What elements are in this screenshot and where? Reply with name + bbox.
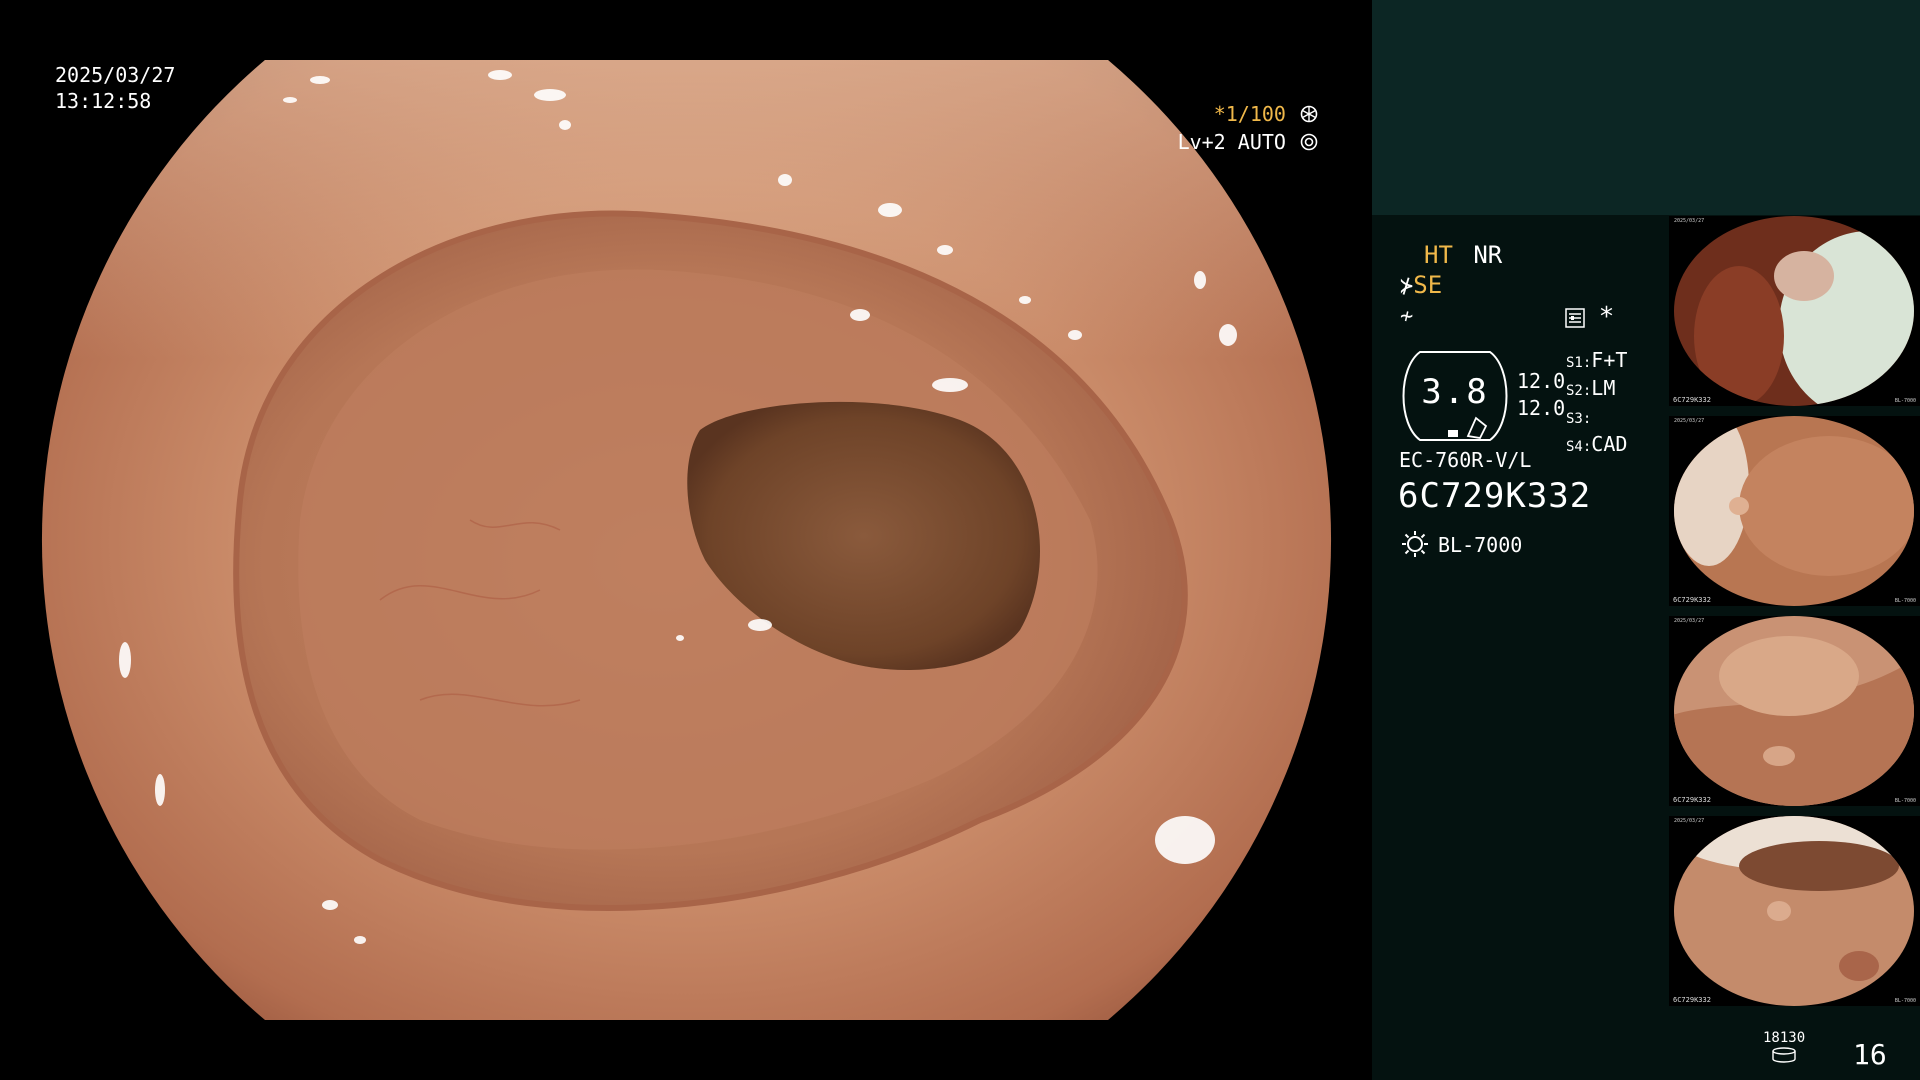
- thumbnail-image: [1674, 216, 1914, 406]
- slot-value: CAD: [1591, 432, 1628, 456]
- slot-key: S2:: [1566, 383, 1592, 399]
- scope-model-label: EC-760R-V/L: [1399, 448, 1532, 472]
- storage-count: 18130: [1763, 1030, 1806, 1046]
- thumbnail-light: BL-7000: [1894, 398, 1916, 404]
- thumbnail-serial: 6C729K332: [1673, 396, 1711, 404]
- slot-value: F+T: [1591, 348, 1628, 372]
- scope-switch-assignments: S1:F+T S2:LM S3: S4:CAD: [1566, 348, 1627, 460]
- time-label: 13:12:58: [55, 89, 152, 113]
- thumbnail-light: BL-7000: [1894, 998, 1916, 1004]
- thumbnail-serial: 6C729K332: [1673, 796, 1711, 804]
- slot-key: S1:: [1566, 355, 1592, 371]
- shutter-speed-label: *1/100: [1213, 102, 1286, 126]
- light-source-row: BL-7000: [1400, 530, 1522, 558]
- endoscopy-main-view: 2025/03/27 13:12:58 *1/100 Lv+2 AUTO: [0, 0, 1372, 1080]
- date-time-overlay: 2025/03/27 13:12:58: [55, 62, 175, 114]
- light-source-label: BL-7000: [1438, 533, 1523, 557]
- thumbnail-date: 2025/03/27: [1674, 218, 1705, 224]
- structure-enhance-icon: ⊁: [1400, 274, 1414, 299]
- value-line-2: 12.0: [1517, 396, 1566, 420]
- side-panel-header-area: [1372, 0, 1920, 215]
- image-count: 16: [1853, 1038, 1887, 1071]
- slot-key: S4:: [1566, 439, 1592, 455]
- thumbnail-light: BL-7000: [1894, 798, 1916, 804]
- thumbnail-2[interactable]: 2025/03/27 6C729K332 BL-7000: [1669, 416, 1920, 606]
- se-mode-label: SE: [1413, 271, 1443, 299]
- slot-key: S3:: [1566, 411, 1592, 427]
- slot-value: LM: [1591, 376, 1616, 400]
- mid-values: 12.0 12.0: [1517, 368, 1565, 422]
- thumbnail-image: [1674, 816, 1914, 1006]
- settings-list-icon: [1565, 308, 1585, 328]
- iris-mode-label: AUTO: [1237, 130, 1286, 154]
- thumbnail-date: 2025/03/27: [1674, 618, 1705, 624]
- thumbnail-3[interactable]: 2025/03/27 6C729K332 BL-7000: [1669, 616, 1920, 806]
- shutter-icon: [1300, 105, 1318, 123]
- storage-disk-icon: [1772, 1047, 1796, 1063]
- thumbnail-serial: 6C729K332: [1673, 596, 1711, 604]
- asterisk-indicator: *: [1600, 302, 1613, 332]
- value-line-1: 12.0: [1517, 369, 1566, 393]
- color-mode-icon: ≁: [1400, 304, 1414, 329]
- gauge-value: 3.8: [1421, 372, 1489, 412]
- thumbnail-serial: 6C729K332: [1673, 996, 1711, 1004]
- colon-lumen-image: [41, 60, 1332, 1020]
- captured-thumbnails: 2025/03/27 6C729K332 BL-7000 2025/03/27 …: [1669, 216, 1920, 1016]
- exposure-overlay: *1/100 Lv+2 AUTO: [1178, 100, 1318, 156]
- thumbnail-date: 2025/03/27: [1674, 818, 1705, 824]
- thumbnail-4[interactable]: 2025/03/27 6C729K332 BL-7000: [1669, 816, 1920, 1006]
- thumbnail-1[interactable]: 2025/03/27 6C729K332 BL-7000: [1669, 216, 1920, 406]
- thumbnail-date: 2025/03/27: [1674, 418, 1705, 424]
- date-label: 2025/03/27: [55, 63, 176, 87]
- thumbnail-image: [1674, 416, 1914, 606]
- scope-serial-label: 6C729K332: [1398, 476, 1592, 516]
- ht-mode-label: HT: [1424, 241, 1453, 269]
- light-source-icon: [1402, 531, 1428, 557]
- thumbnail-image: [1674, 616, 1914, 806]
- exposure-level-label: Lv+2: [1177, 130, 1226, 154]
- thumbnail-light: BL-7000: [1894, 598, 1916, 604]
- storage-indicator: 18130: [1763, 1030, 1805, 1063]
- nr-mode-label: NR: [1473, 241, 1503, 269]
- iris-icon: [1300, 133, 1318, 151]
- enhancement-status: HT NR ⊁SE ≁: [1400, 240, 1502, 332]
